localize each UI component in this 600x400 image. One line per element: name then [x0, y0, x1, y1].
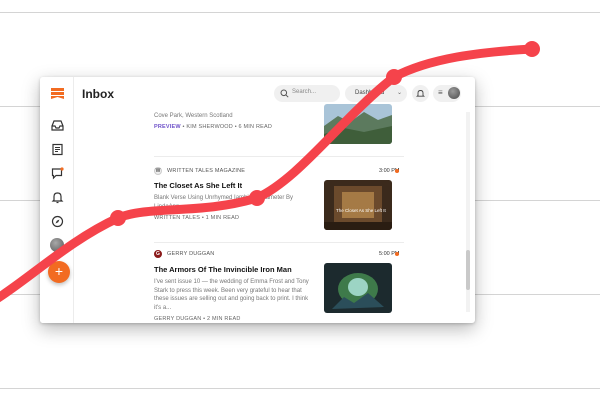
trend-line [0, 44, 537, 303]
trend-point [524, 41, 540, 57]
trend-point [110, 210, 126, 226]
screenshot-stage: + Inbox Search... Dashboard ⌄ ≡ Cove Par… [0, 0, 600, 400]
trend-point [249, 190, 265, 206]
trend-point [386, 69, 402, 85]
trend-line-overlay [0, 41, 540, 303]
